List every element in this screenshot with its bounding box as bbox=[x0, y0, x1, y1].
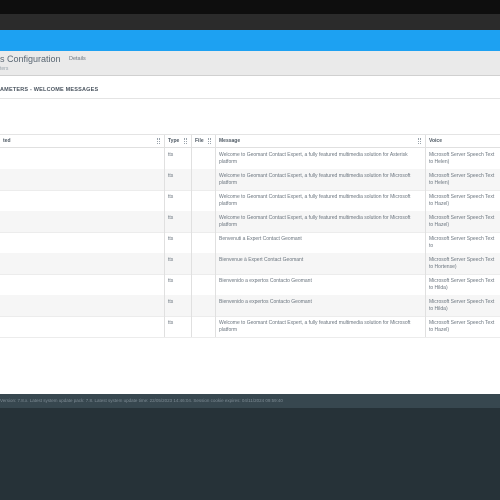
cell-name bbox=[0, 316, 164, 337]
cell-name bbox=[0, 190, 164, 211]
cell-message: Bienvenido a expertos Contacto Geomant bbox=[219, 299, 312, 305]
cell-type: tts bbox=[168, 278, 174, 284]
empty-area bbox=[0, 408, 500, 500]
cell-file bbox=[192, 274, 215, 295]
column-header-type[interactable]: Type bbox=[165, 135, 191, 147]
cell-file bbox=[192, 316, 215, 337]
cell-file bbox=[192, 295, 215, 316]
cell-name bbox=[0, 211, 164, 232]
cell-type: tts bbox=[168, 257, 174, 263]
cell-file bbox=[192, 190, 215, 211]
column-divider bbox=[191, 135, 192, 337]
cell-type: tts bbox=[168, 194, 174, 200]
cell-message: Benvenuti a Expert Contact Geomant bbox=[219, 236, 302, 242]
column-resize-icon[interactable] bbox=[184, 138, 188, 144]
cell-name bbox=[0, 295, 164, 316]
cell-file bbox=[192, 253, 215, 274]
cell-file bbox=[192, 148, 215, 169]
column-header-message[interactable]: Message bbox=[216, 135, 425, 147]
app-navigation-bar bbox=[0, 30, 500, 51]
cell-name bbox=[0, 274, 164, 295]
cell-name bbox=[0, 232, 164, 253]
column-resize-icon[interactable] bbox=[208, 138, 212, 144]
main-content: AMETERS - WELCOME MESSAGES ted Type File… bbox=[0, 76, 500, 394]
cell-file bbox=[192, 211, 215, 232]
cell-voice: Microsoft Server Speech Text to Hilda) bbox=[429, 278, 495, 291]
window-strip bbox=[0, 14, 500, 30]
cell-message: Bienvenido a expertos Contacto Geomant bbox=[219, 278, 312, 284]
cell-type: tts bbox=[168, 173, 174, 179]
cell-name bbox=[0, 253, 164, 274]
section-title: AMETERS - WELCOME MESSAGES bbox=[0, 87, 99, 93]
cell-message: Welcome to Geomant Contact Expert, a ful… bbox=[219, 152, 408, 165]
cell-type: tts bbox=[168, 299, 174, 305]
column-header-label: Message bbox=[219, 138, 241, 144]
column-divider bbox=[215, 135, 216, 337]
column-header-file[interactable]: File bbox=[192, 135, 215, 147]
cell-voice: Microsoft Server Speech Text to Helen) bbox=[429, 152, 495, 165]
cell-file bbox=[192, 232, 215, 253]
cell-voice: Microsoft Server Speech Text to bbox=[429, 236, 495, 249]
column-header-ted[interactable]: ted bbox=[0, 135, 164, 147]
top-bar bbox=[0, 0, 500, 14]
cell-message: Welcome to Geomant Contact Expert, a ful… bbox=[219, 173, 411, 186]
cell-name bbox=[0, 148, 164, 169]
column-divider bbox=[164, 135, 165, 337]
cell-message: Welcome to Geomant Contact Expert, a ful… bbox=[219, 320, 411, 333]
column-header-voice[interactable]: Voice bbox=[426, 135, 500, 147]
status-footer: Version: 7.8.x. Latest system update pac… bbox=[0, 394, 500, 408]
cell-type: tts bbox=[168, 236, 174, 242]
cell-type: tts bbox=[168, 152, 174, 158]
column-header-label: Voice bbox=[429, 138, 442, 144]
cell-voice: Microsoft Server Speech Text to Hortense… bbox=[429, 257, 495, 270]
page-title: s Configuration bbox=[0, 54, 61, 64]
column-header-label: ted bbox=[3, 138, 11, 144]
cell-voice: Microsoft Server Speech Text to Hazel) bbox=[429, 320, 495, 333]
column-resize-icon[interactable] bbox=[157, 138, 161, 144]
cell-voice: Microsoft Server Speech Text to Hilda) bbox=[429, 299, 495, 312]
column-header-label: Type bbox=[168, 138, 180, 144]
tab-details[interactable]: Details bbox=[69, 56, 86, 62]
cell-voice: Microsoft Server Speech Text to Helen) bbox=[429, 173, 495, 186]
page-header: s Configuration ters Details bbox=[0, 51, 500, 76]
column-header-label: File bbox=[195, 138, 204, 144]
cell-type: tts bbox=[168, 215, 174, 221]
welcome-messages-table: ted Type File Message Voice tts Welcome t… bbox=[0, 134, 500, 338]
cell-message: Welcome to Geomant Contact Expert, a ful… bbox=[219, 194, 411, 207]
section-divider bbox=[0, 98, 500, 99]
cell-name bbox=[0, 169, 164, 190]
cell-type: tts bbox=[168, 320, 174, 326]
cell-voice: Microsoft Server Speech Text to Hazel) bbox=[429, 215, 495, 228]
column-divider bbox=[425, 135, 426, 337]
cell-voice: Microsoft Server Speech Text to Hazel) bbox=[429, 194, 495, 207]
cell-file bbox=[192, 169, 215, 190]
cell-message: Welcome to Geomant Contact Expert, a ful… bbox=[219, 215, 411, 228]
page-subtitle: ters bbox=[0, 66, 9, 72]
version-info: Version: 7.8.x. Latest system update pac… bbox=[0, 398, 283, 403]
column-resize-icon[interactable] bbox=[418, 138, 422, 144]
cell-message: Bienvenue à Expert Contact Geomant bbox=[219, 257, 304, 263]
